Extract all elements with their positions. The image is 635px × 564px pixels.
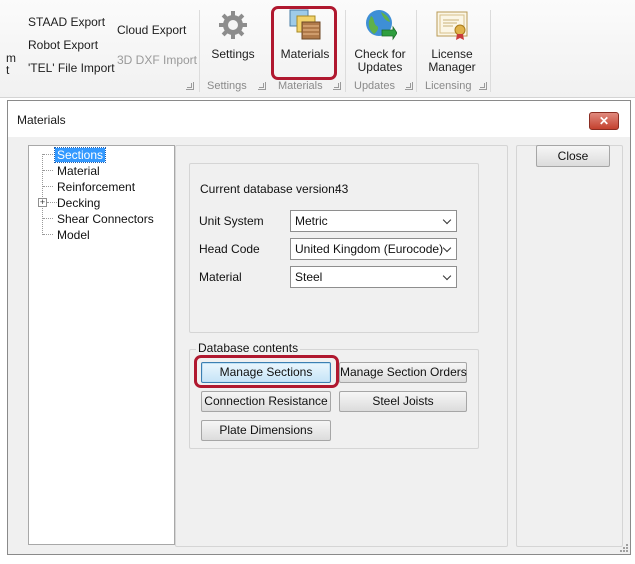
materials-dialog: Materials ✕ + Sections Material Reinforc… <box>7 100 631 555</box>
dialog-launcher-icon[interactable] <box>333 82 341 90</box>
database-contents-legend: Database contents <box>196 341 301 355</box>
tree-item-reinforcement[interactable]: Reinforcement <box>57 180 135 194</box>
category-tree: + Sections Material Reinforcement Deckin… <box>28 145 175 545</box>
tree-connector-line <box>42 154 43 235</box>
chevron-down-icon <box>442 243 452 253</box>
tree-item-material[interactable]: Material <box>57 164 100 178</box>
close-icon: ✕ <box>598 114 610 128</box>
tree-connector-line <box>43 170 53 171</box>
dialog-titlebar: Materials ✕ <box>8 101 630 137</box>
materials-highlight <box>271 6 337 80</box>
license-manager-label-line2: Manager <box>428 60 476 74</box>
dxf-import-button[interactable]: 3D DXF Import <box>117 53 197 67</box>
tree-item-label: Sections <box>53 147 107 163</box>
tree-item-label: Decking <box>57 196 101 210</box>
robot-export-button[interactable]: Robot Export <box>28 38 98 52</box>
expand-icon[interactable]: + <box>38 198 47 207</box>
resize-grip-icon[interactable] <box>618 542 628 552</box>
certificate-icon <box>435 8 469 42</box>
tree-connector-line <box>43 234 53 235</box>
material-select[interactable]: Steel <box>290 266 457 288</box>
plate-dimensions-button[interactable]: Plate Dimensions <box>201 420 331 441</box>
dialog-launcher-icon[interactable] <box>258 82 266 90</box>
group-label-materials: Materials <box>278 80 323 92</box>
ribbon-separator <box>199 10 200 92</box>
tree-item-label: Model <box>57 228 90 242</box>
material-value: Steel <box>295 270 323 284</box>
connection-resistance-button[interactable]: Connection Resistance <box>201 391 331 412</box>
head-code-select[interactable]: United Kingdom (Eurocode) <box>290 238 457 260</box>
dialog-title: Materials <box>17 113 66 127</box>
tree-connector-line <box>47 202 57 203</box>
clipped-ribbon-text: t <box>6 63 10 77</box>
material-label: Material <box>199 270 242 284</box>
tree-connector-line <box>43 218 53 219</box>
dialog-launcher-icon[interactable] <box>186 82 194 90</box>
chevron-down-icon <box>442 271 452 281</box>
ribbon-separator <box>345 10 346 92</box>
tree-item-model[interactable]: Model <box>57 228 90 242</box>
group-label-updates: Updates <box>354 80 395 92</box>
tree-connector-line <box>43 154 53 155</box>
db-version-value: 43 <box>335 182 349 196</box>
tree-item-decking[interactable]: Decking <box>57 196 100 210</box>
ribbon-separator <box>416 10 417 92</box>
tel-file-import-button[interactable]: 'TEL' File Import <box>28 61 115 75</box>
tree-connector-line <box>43 186 53 187</box>
cloud-export-button[interactable]: Cloud Export <box>117 23 186 37</box>
ribbon-separator <box>490 10 491 92</box>
unit-system-label: Unit System <box>199 214 264 228</box>
dialog-launcher-icon[interactable] <box>405 82 413 90</box>
chevron-down-icon <box>442 215 452 225</box>
dialog-launcher-icon[interactable] <box>479 82 487 90</box>
ribbon-toolbar: m t STAAD Export Robot Export 'TEL' File… <box>0 0 635 98</box>
gear-icon <box>216 8 250 42</box>
license-manager-button[interactable]: License Manager <box>424 8 480 74</box>
tree-item-label: Shear Connectors <box>57 212 154 226</box>
window-close-button[interactable]: ✕ <box>589 112 619 130</box>
manage-section-orders-button[interactable]: Manage Section Orders <box>339 362 467 383</box>
head-code-value: United Kingdom (Eurocode) <box>295 242 444 256</box>
close-button[interactable]: Close <box>536 145 610 167</box>
db-version-label: Current database version: <box>200 182 339 196</box>
manage-sections-highlight <box>194 355 339 388</box>
head-code-label: Head Code <box>199 242 260 256</box>
check-for-updates-button[interactable]: Check for Updates <box>352 8 408 74</box>
unit-system-select[interactable]: Metric <box>290 210 457 232</box>
settings-button[interactable]: Settings <box>207 8 259 61</box>
settings-label: Settings <box>211 47 255 61</box>
group-label-licensing: Licensing <box>425 80 472 92</box>
group-label-settings: Settings <box>207 80 247 92</box>
steel-joists-button[interactable]: Steel Joists <box>339 391 467 412</box>
globe-update-icon <box>363 8 398 42</box>
staad-export-button[interactable]: STAAD Export <box>28 15 105 29</box>
unit-system-value: Metric <box>295 214 328 228</box>
tree-item-label: Material <box>57 164 100 178</box>
tree-item-sections[interactable]: Sections <box>53 147 107 163</box>
tree-item-shear-connectors[interactable]: Shear Connectors <box>57 212 154 226</box>
check-for-updates-label-line2: Updates <box>357 60 403 74</box>
tree-item-label: Reinforcement <box>57 180 136 194</box>
button-panel <box>516 145 623 547</box>
